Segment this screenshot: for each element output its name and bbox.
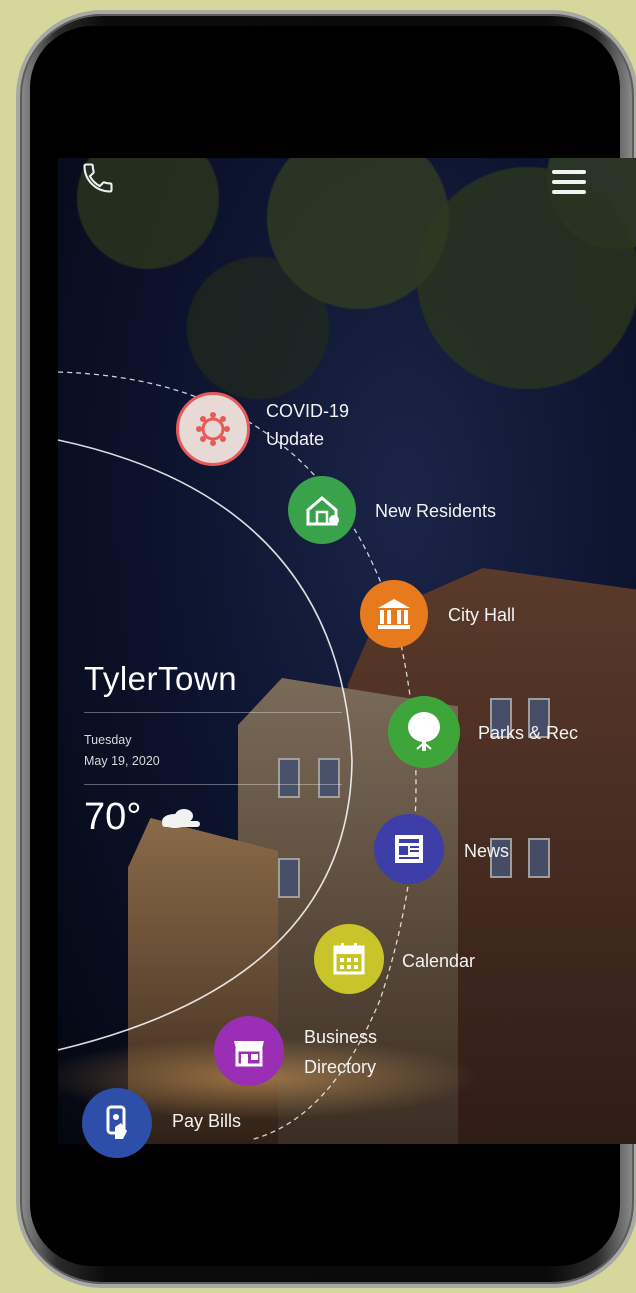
menu-label-parks-rec: Parks & Rec (478, 723, 579, 743)
virus-icon-glyph (196, 412, 230, 446)
menu-label-covid-line1: COVID-19 (266, 401, 350, 421)
tree-icon (388, 696, 460, 768)
virus-icon (176, 392, 250, 466)
phone-icon-glyph (83, 163, 113, 193)
house-icon-glyph (306, 496, 339, 526)
page: TylerTown Tuesday May 19, 2020 70° COVID… (0, 0, 636, 1293)
menu-label-calendar: Calendar (402, 951, 476, 971)
newspaper-icon-glyph (395, 835, 423, 863)
building-window (278, 758, 300, 798)
tree-icon-glyph (408, 712, 440, 751)
divider (84, 784, 342, 785)
menu-bar (552, 170, 586, 174)
menu-bar (552, 180, 586, 184)
house-icon (288, 476, 356, 544)
day-text: Tuesday (84, 733, 132, 747)
town-name: TylerTown (84, 660, 238, 697)
divider (84, 712, 342, 713)
menu-label-business-line2: Directory (304, 1057, 377, 1077)
calendar-icon-glyph (333, 943, 365, 975)
menu-label-new-residents: New Residents (375, 501, 497, 521)
menu-label-covid-line2: Update (266, 429, 325, 449)
menu-label-pay-bills: Pay Bills (172, 1111, 242, 1131)
pay-bill-icon (82, 1088, 152, 1158)
menu-bar (552, 190, 586, 194)
building-window (278, 858, 300, 898)
menu-label-city-hall: City Hall (448, 605, 516, 625)
building-window (318, 758, 340, 798)
app-screen (58, 158, 636, 1144)
partly-cloudy-icon (160, 806, 202, 832)
menu-label-business-line1: Business (304, 1027, 378, 1047)
city-hall-icon (360, 580, 428, 648)
menu-label-news: News (464, 841, 510, 861)
hamburger-menu-icon[interactable] (552, 170, 586, 194)
storefront-icon (214, 1016, 284, 1086)
building-window (528, 838, 550, 878)
temperature: 70° (84, 796, 142, 838)
city-hall-icon-glyph (378, 599, 410, 629)
calendar-icon (314, 924, 384, 994)
date-text: May 19, 2020 (84, 754, 160, 768)
phone-icon[interactable] (80, 160, 120, 200)
tree-canopy-background (58, 158, 636, 518)
newspaper-icon (374, 814, 444, 884)
pay-bill-icon-glyph (106, 1105, 127, 1139)
storefront-icon-glyph (234, 1041, 264, 1067)
